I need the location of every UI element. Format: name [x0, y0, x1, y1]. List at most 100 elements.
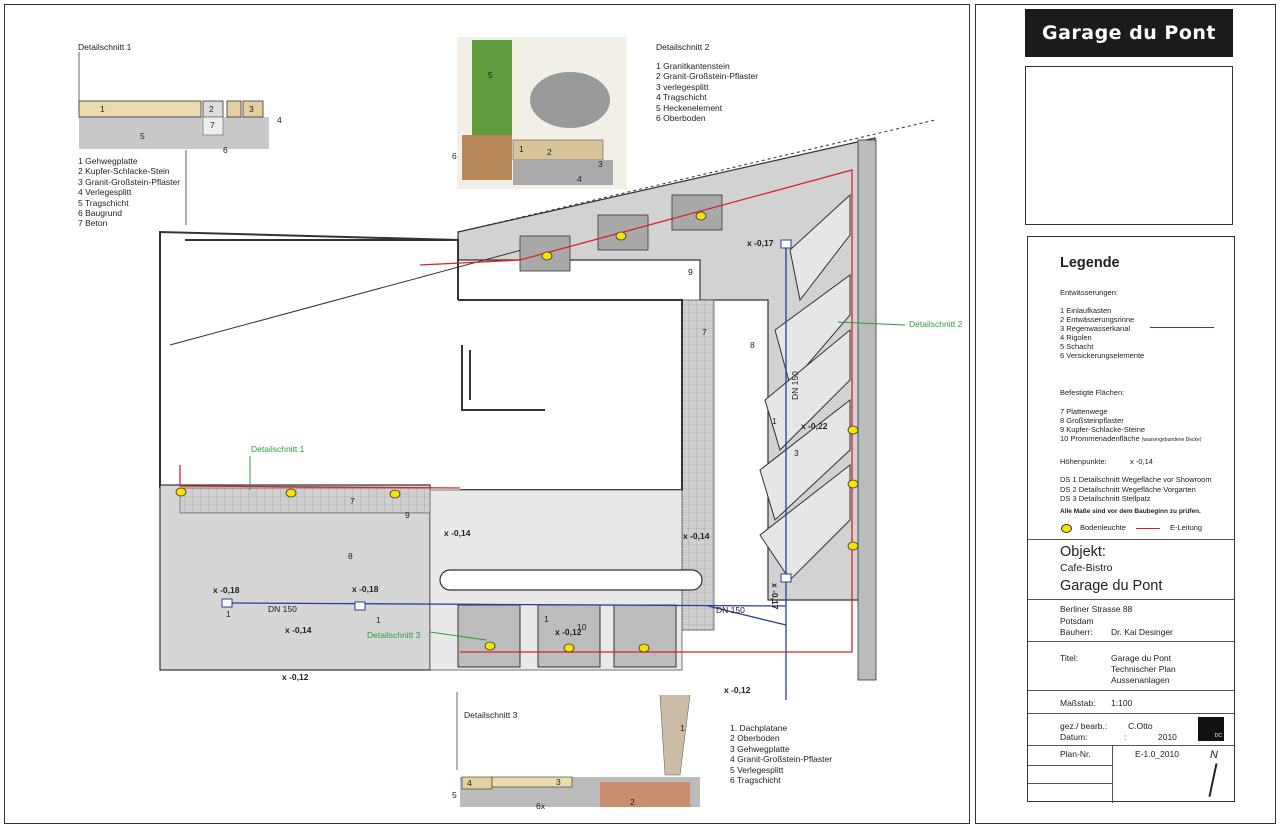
lamp-icon — [1061, 524, 1072, 533]
area-number: 1 — [376, 615, 381, 625]
detail2-item: 5 Heckenelement — [656, 102, 723, 113]
massstab-value: 1:100 — [1111, 698, 1133, 708]
pipe-label: DN 150 — [790, 371, 800, 400]
height-point: x -0,12 — [282, 672, 309, 682]
drainage-header: Entwässerungen: — [1060, 288, 1118, 297]
datum-value: 2010 — [1158, 732, 1177, 742]
dc-logo-text: DC — [1214, 733, 1222, 739]
height-point: x -0,17 — [770, 583, 780, 610]
detail1-item: 7 Beton — [78, 218, 108, 229]
detail2-legend: 1 Granitkantenstein 2 Granit-Großstein-P… — [656, 61, 758, 123]
surfaces-list: 7 Plattenwege 8 Großsteinpflaster 9 Kupf… — [1060, 407, 1202, 445]
heights-label: Höhenpunkte: — [1060, 457, 1107, 466]
surfaces-header: Befestigte Flächen: — [1060, 388, 1125, 397]
dc-logo: DC — [1198, 717, 1224, 741]
area-number: 7 — [702, 327, 707, 337]
detail2-item: 3 verlegesplitt — [656, 81, 709, 92]
bauherr-value: Dr. Kai Desinger — [1111, 627, 1173, 637]
address-line2: Potsdam — [1060, 616, 1094, 626]
area-number: 1 — [226, 609, 231, 619]
red-line-swatch — [1136, 528, 1160, 529]
detail1-title: Detailschnitt 1 — [78, 42, 132, 52]
ds-item: DS 3 Detailschnitt Stellpatz — [1060, 494, 1151, 503]
objekt-sub: Cafe-Bistro — [1060, 562, 1113, 574]
heights-example: x -0,14 — [1130, 457, 1153, 466]
detail3-num: 1 — [680, 723, 685, 733]
detail2-item: 4 Tragschicht — [656, 92, 707, 103]
eline-label: E-Leitung — [1170, 523, 1203, 532]
section-label-ds3: Detailschnitt 3 — [367, 630, 421, 640]
drainage-item: 5 Schacht — [1060, 342, 1094, 351]
surface-item: 8 Großsteinpflaster — [1060, 416, 1124, 425]
detail3-num: 6x — [536, 801, 545, 811]
plannr-value: E-1.0_2010 — [1135, 749, 1179, 759]
detail1-item: 6 Baugrund — [78, 208, 122, 219]
area-number: 8 — [750, 340, 755, 350]
area-number: 9 — [405, 510, 410, 520]
surface-item: 7 Plattenwege — [1060, 407, 1108, 416]
legend-note: Alle Maße sind vor dem Baubeginn zu prüf… — [1060, 508, 1201, 515]
detail3-title: Detailschnitt 3 — [464, 710, 518, 720]
ds-list: DS 1 Detailschnitt Wegefläche vor Showro… — [1060, 475, 1212, 504]
titel-line: Technischer Plan — [1111, 664, 1176, 674]
height-point: x -0,18 — [352, 584, 379, 594]
height-point: x -0,14 — [444, 528, 471, 538]
ds-item: DS 1 Detailschnitt Wegefläche vor Showro… — [1060, 475, 1212, 484]
detail1-num: 2 — [209, 104, 214, 114]
detail1-item: 2 Kupfer-Schlacke-Stein — [78, 166, 170, 177]
objekt-name: Garage du Pont — [1060, 578, 1163, 594]
bauherr-label: Bauherr: — [1060, 627, 1093, 637]
detail3-item: 4 Granit-Großstein-Pflaster — [730, 754, 833, 765]
titel-label: Titel: — [1060, 653, 1079, 663]
north-arrow-icon — [1208, 763, 1218, 797]
legend-panel: Legende Entwässerungen: 1 Einlaufkasten … — [1027, 236, 1235, 803]
detail1-item: 3 Granit-Großstein-Pflaster — [78, 176, 181, 187]
detail2-num: 2 — [547, 147, 552, 157]
datum-colon: : — [1124, 732, 1127, 742]
height-point: x -0,12 — [724, 685, 751, 695]
height-point: x -0,22 — [801, 421, 828, 431]
blue-line-swatch — [1150, 327, 1214, 328]
detail2-num: 5 — [488, 70, 493, 80]
drainage-item: 4 Rigolen — [1060, 333, 1092, 342]
detail2-num: 4 — [577, 174, 582, 184]
right-verge — [857, 139, 877, 681]
detail2-item: 6 Oberboden — [656, 113, 706, 124]
ds-item: DS 2 Detailschnitt Wegefläche Vorgarten — [1060, 484, 1196, 494]
detail2-num: 3 — [598, 159, 603, 169]
section-label-ds2: Detailschnitt 2 — [909, 319, 963, 329]
height-point: x -0,17 — [747, 238, 774, 248]
pipe-label: DN 150 — [716, 605, 745, 615]
area-number: 9 — [688, 267, 693, 277]
height-point: x -0,18 — [213, 585, 240, 595]
surface-note: (wassergebundene Decke) — [1141, 437, 1202, 443]
detail3-num: 3 — [556, 777, 561, 787]
detail2-num: 1 — [519, 144, 524, 154]
surface-item: 9 Kupfer-Schlacke-Steine — [1060, 425, 1146, 434]
area-number: 1 — [772, 416, 777, 426]
surface-item: 10 Prommenadenfläche — [1060, 434, 1140, 443]
detail3-legend: 1. Dachplatane 2 Oberboden 3 Gehwegplatt… — [730, 723, 832, 785]
area-number: 10 — [577, 622, 587, 632]
detail3-item: 2 Oberboden — [730, 733, 780, 744]
plannr-divider — [1112, 745, 1113, 803]
detail1-num: 3 — [249, 104, 254, 114]
detail3-num: 5 — [452, 790, 457, 800]
height-point: x -0,14 — [683, 531, 710, 541]
height-point: x -0,14 — [285, 625, 312, 635]
datum-label: Datum: — [1060, 732, 1088, 742]
area-number: 1 — [544, 614, 549, 624]
detail1-item: 4 Verlegesplitt — [78, 187, 132, 198]
bench — [439, 569, 703, 591]
detail1-num: 4 — [277, 115, 282, 125]
detail1-num: 7 — [210, 120, 215, 130]
titel-lines: Garage du Pont Technischer Plan Aussenan… — [1111, 653, 1176, 686]
gez-label: gez./ bearb.: — [1060, 721, 1108, 731]
drainage-item: 6 Versickerungselemente — [1060, 351, 1145, 360]
detail3-item: 3 Gehwegplatte — [730, 743, 790, 754]
section-label-ds1: Detailschnitt 1 — [251, 444, 305, 454]
area-number: 3 — [794, 448, 799, 458]
brand-logo: Garage du Pont — [1025, 9, 1233, 57]
address-line1: Berliner Strasse 88 — [1060, 604, 1133, 614]
detail1-num: 1 — [100, 104, 105, 114]
